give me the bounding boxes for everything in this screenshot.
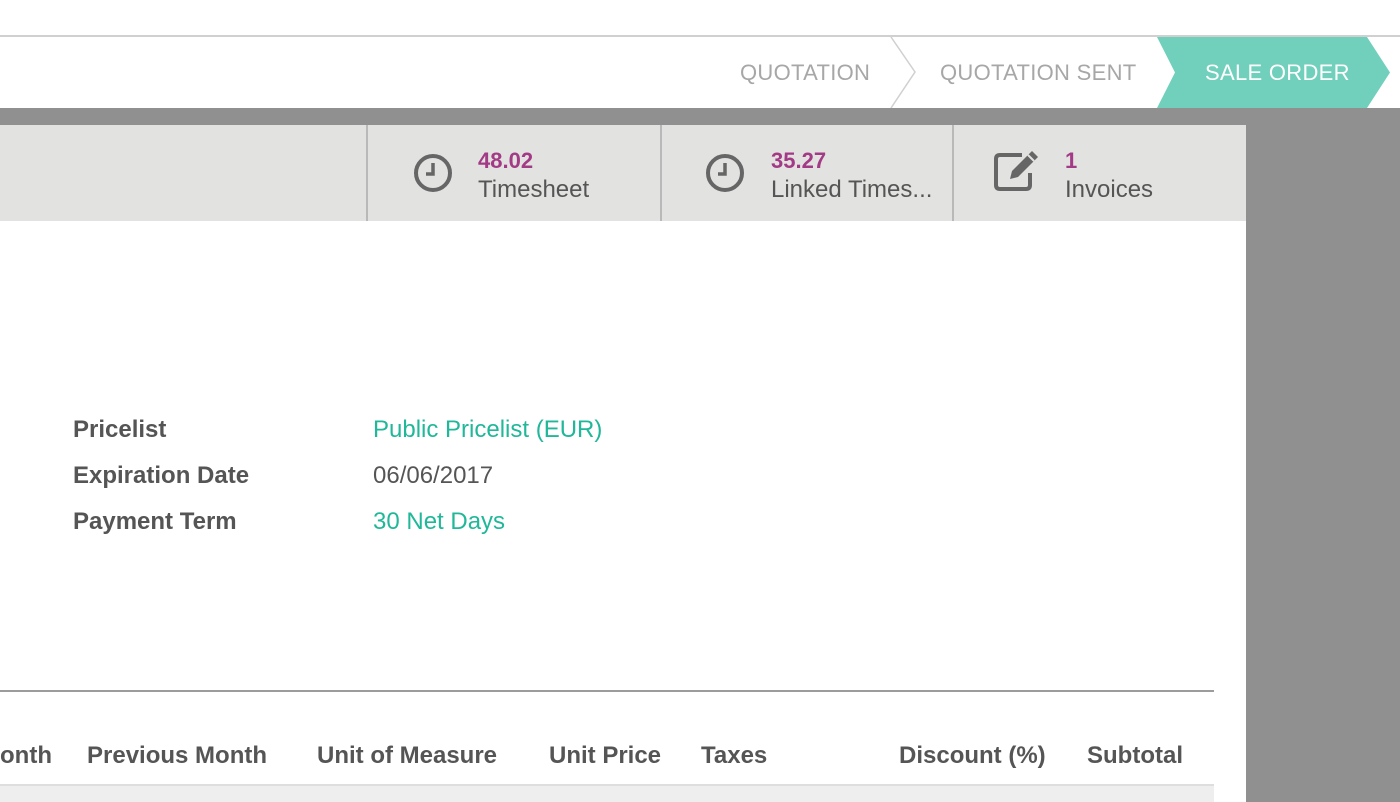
stage-sale-order-label: SALE ORDER <box>1205 60 1350 85</box>
pencil-square-icon <box>994 151 1038 191</box>
stage-sale-order[interactable]: SALE ORDER <box>1157 37 1390 108</box>
payment-term-label: Payment Term <box>73 508 237 535</box>
form-sheet: 48.02 Timesheet 35.27 Linked Times... 1 … <box>0 125 1246 802</box>
pricelist-value[interactable]: Public Pricelist (EUR) <box>373 416 602 444</box>
clock-icon <box>706 154 744 192</box>
stage-separator <box>890 37 916 108</box>
column-header-subtotal[interactable]: Subtotal <box>1087 742 1183 770</box>
linked-timesheet-label: Linked Times... <box>771 176 933 203</box>
column-header-unit-price[interactable]: Unit Price <box>549 742 661 770</box>
invoices-button[interactable]: 1 Invoices <box>952 125 1246 221</box>
timesheet-label: Timesheet <box>478 176 590 203</box>
pricelist-label: Pricelist <box>73 416 167 443</box>
table-top-divider <box>0 690 1214 692</box>
clock-icon <box>414 154 452 192</box>
invoices-value: 1 <box>1065 148 1078 173</box>
timesheet-button[interactable]: 48.02 Timesheet <box>366 125 660 221</box>
stage-quotation-sent[interactable]: QUOTATION SENT <box>940 37 1137 108</box>
status-bar: QUOTATION QUOTATION SENT SALE ORDER <box>0 0 1400 108</box>
column-header-previous-month[interactable]: Previous Month <box>87 742 267 770</box>
expiration-date-value[interactable]: 06/06/2017 <box>373 462 493 490</box>
column-header-taxes[interactable]: Taxes <box>701 742 767 770</box>
column-header-discount[interactable]: Discount (%) <box>899 742 1046 770</box>
payment-term-value[interactable]: 30 Net Days <box>373 508 505 536</box>
invoices-label: Invoices <box>1065 176 1154 203</box>
timesheet-value: 48.02 <box>478 148 534 173</box>
column-header-unit-of-measure[interactable]: Unit of Measure <box>317 742 497 770</box>
linked-timesheet-value: 35.27 <box>771 148 827 173</box>
column-header-month[interactable]: onth <box>0 742 52 770</box>
table-row[interactable] <box>0 786 1214 802</box>
expiration-date-label: Expiration Date <box>73 462 250 489</box>
stage-quotation[interactable]: QUOTATION <box>740 37 870 108</box>
linked-timesheet-button[interactable]: 35.27 Linked Times... <box>660 125 954 221</box>
button-box: 48.02 Timesheet 35.27 Linked Times... 1 … <box>0 125 1246 221</box>
